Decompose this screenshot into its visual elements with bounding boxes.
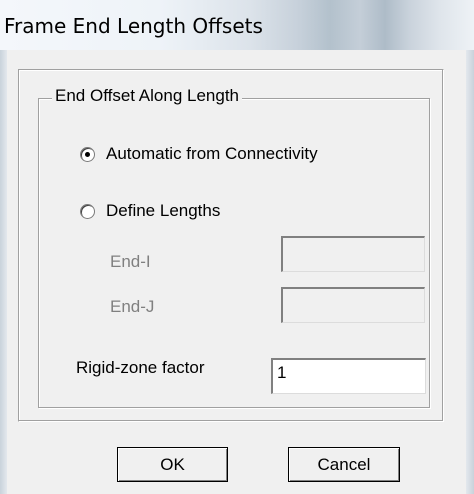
rigid-zone-factor-label: Rigid-zone factor <box>76 358 205 377</box>
rigid-zone-factor-input[interactable]: 1 <box>271 358 426 394</box>
end-j-label: End-J <box>110 297 155 316</box>
end-i-label: End-I <box>110 252 151 271</box>
automatic-option[interactable]: Automatic from Connectivity <box>80 144 318 164</box>
end-i-input[interactable] <box>281 236 425 272</box>
end-j-input[interactable] <box>281 287 425 323</box>
cancel-button[interactable]: Cancel <box>288 447 400 482</box>
groupbox-legend: End Offset Along Length <box>52 86 242 106</box>
ok-button[interactable]: OK <box>117 447 228 482</box>
window-frame-left <box>0 50 7 494</box>
title-bar[interactable]: Frame End Length Offsets <box>0 0 474 51</box>
automatic-radio[interactable] <box>80 146 95 162</box>
automatic-label[interactable]: Automatic from Connectivity <box>106 144 318 164</box>
window-title: Frame End Length Offsets <box>4 14 263 38</box>
define-lengths-radio[interactable] <box>80 203 95 219</box>
define-lengths-label[interactable]: Define Lengths <box>106 201 220 221</box>
define-lengths-option[interactable]: Define Lengths <box>80 201 220 221</box>
window-frame-right <box>466 50 474 494</box>
